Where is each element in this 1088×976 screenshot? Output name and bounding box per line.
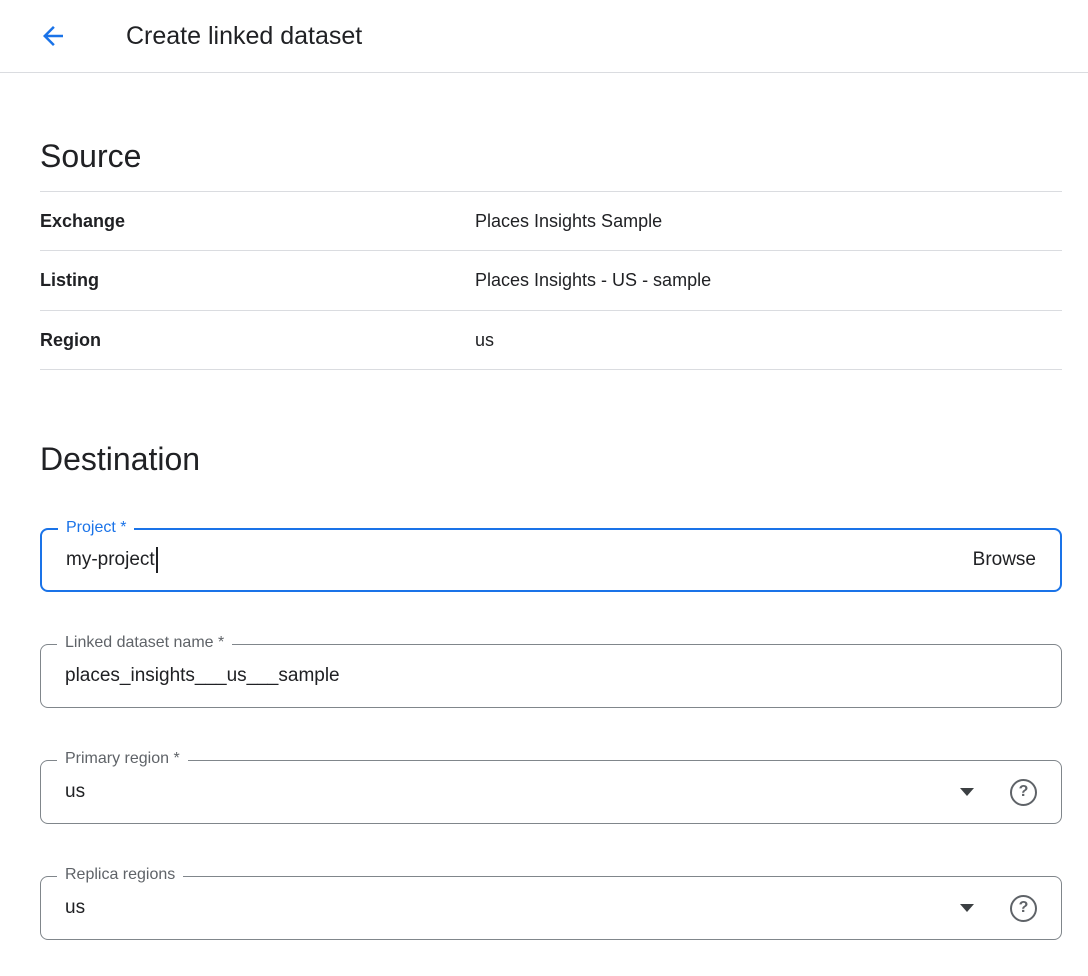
listing-value: Places Insights - US - sample [475, 267, 711, 293]
project-input-value[interactable]: my-project [66, 549, 155, 571]
region-value: us [475, 327, 494, 353]
back-button[interactable] [34, 17, 72, 55]
help-outline-icon[interactable]: ? [1010, 895, 1037, 922]
arrow-drop-down-icon[interactable] [960, 788, 974, 796]
create-linked-dataset-page: Create linked dataset Source Exchange Pl… [0, 0, 1088, 976]
source-row-exchange: Exchange Places Insights Sample [40, 192, 1062, 251]
replica-regions-select[interactable]: Replica regions us ? [40, 876, 1062, 940]
source-section: Source Exchange Places Insights Sample L… [40, 73, 1062, 370]
header: Create linked dataset [0, 0, 1088, 73]
replica-regions-value: us [65, 897, 85, 919]
project-field-label: Project * [58, 519, 134, 537]
source-heading-wrap: Source [40, 73, 1062, 192]
destination-heading: Destination [40, 440, 1062, 478]
linked-dataset-name-field[interactable]: Linked dataset name * places_insights___… [40, 644, 1062, 708]
exchange-value: Places Insights Sample [475, 208, 662, 234]
primary-region-label: Primary region * [57, 750, 188, 768]
region-label: Region [40, 327, 475, 353]
browse-button[interactable]: Browse [973, 549, 1036, 571]
linked-dataset-name-label: Linked dataset name * [57, 634, 232, 652]
listing-label: Listing [40, 267, 475, 293]
destination-section: Destination Project * my-project Browse … [40, 370, 1062, 940]
primary-region-value: us [65, 781, 85, 803]
page-title: Create linked dataset [126, 22, 362, 51]
arrow-drop-down-icon[interactable] [960, 904, 974, 912]
replica-regions-label: Replica regions [57, 866, 183, 884]
source-row-listing: Listing Places Insights - US - sample [40, 251, 1062, 310]
source-row-region: Region us [40, 311, 1062, 370]
exchange-label: Exchange [40, 208, 475, 234]
destination-heading-wrap: Destination [40, 370, 1062, 484]
primary-region-select[interactable]: Primary region * us ? [40, 760, 1062, 824]
help-outline-icon[interactable]: ? [1010, 779, 1037, 806]
arrow-back-icon [38, 21, 68, 51]
linked-dataset-name-value[interactable]: places_insights___us___sample [65, 665, 340, 687]
text-cursor [156, 547, 158, 573]
project-field[interactable]: Project * my-project Browse [40, 528, 1062, 592]
source-heading: Source [40, 137, 1062, 175]
main-content: Source Exchange Places Insights Sample L… [0, 73, 1088, 940]
